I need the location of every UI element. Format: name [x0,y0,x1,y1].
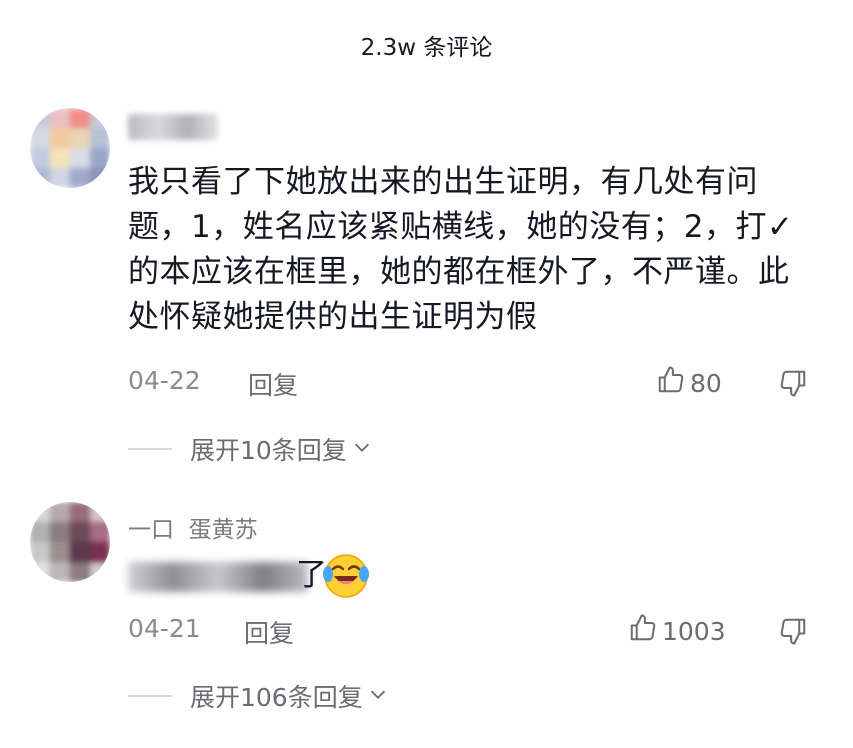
chevron-down-icon [363,682,389,711]
thumbs-down-icon [778,618,808,650]
expand-replies-button[interactable]: 展开10条回复 [128,431,373,467]
thumbs-down-icon [778,370,808,402]
avatar[interactable] [30,502,110,582]
chevron-down-icon [347,435,373,464]
reply-button[interactable]: 回复 [244,614,294,650]
like-button[interactable]: 80 [656,365,722,401]
reply-button[interactable]: 回复 [248,366,298,402]
avatar[interactable] [30,108,110,188]
like-button[interactable]: 1003 [628,613,726,649]
comment-text-blurred [128,562,308,592]
comment-date: 04-21 [128,614,201,643]
expand-replies-button[interactable]: 展开106条回复 [128,678,389,714]
expand-replies-label: 展开106条回复 [190,683,363,712]
expand-replies-label: 展开10条回复 [190,436,347,465]
divider-line [128,448,172,450]
username-blurred[interactable] [128,114,218,140]
like-count: 1003 [662,616,726,646]
comment-text: 我只看了下她放出来的出生证明，有几处有问题，1，姓名应该紧贴横线，她的没有；2，… [128,164,794,335]
thumbs-up-icon [656,365,686,401]
divider-line [128,695,172,697]
like-count: 80 [690,368,722,398]
laughing-crying-emoji-icon [322,552,370,604]
dislike-button[interactable] [778,368,808,402]
comments-count-title: 2.3w 条评论 [360,35,493,61]
thumbs-up-icon [628,613,658,649]
username[interactable]: 一口 蛋黄苏 [128,510,258,544]
dislike-button[interactable] [778,616,808,650]
comment-date: 04-22 [128,366,201,395]
